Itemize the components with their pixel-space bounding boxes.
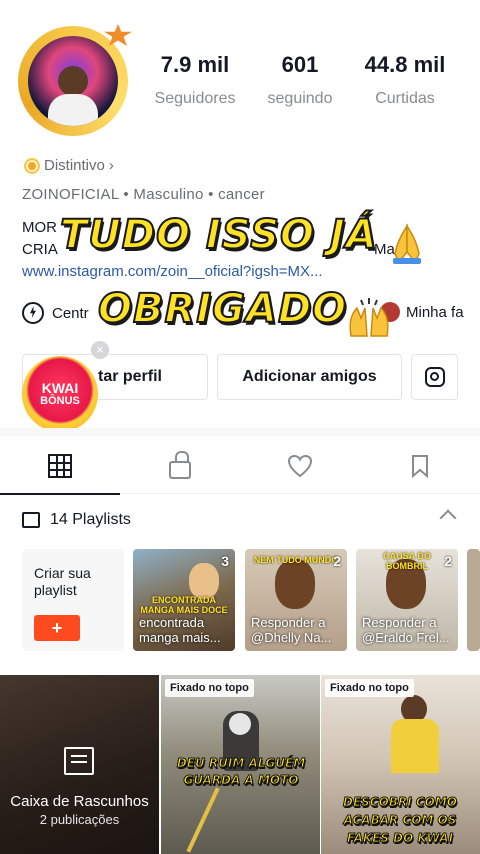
playlist-title: Responder a @Eraldo Frel... bbox=[362, 615, 450, 645]
playlist-thumb-caption: ENCONTRADA MANGA MAIS DOCE bbox=[140, 595, 228, 615]
playlists-header[interactable]: 14 Playlists bbox=[22, 508, 462, 532]
tab-posts[interactable] bbox=[0, 438, 120, 495]
likes-count: 44.8 mil bbox=[364, 52, 446, 77]
profile-tabs bbox=[0, 438, 480, 495]
following-label: seguindo bbox=[267, 90, 333, 107]
tab-saved[interactable] bbox=[360, 438, 480, 494]
bio-line-2: CRIA bbox=[22, 241, 58, 258]
pinned-badge: Fixado no topo bbox=[165, 679, 254, 697]
pinned-badge: Fixado no topo bbox=[325, 679, 414, 697]
edit-profile-label: tar perfil bbox=[97, 368, 162, 385]
instagram-icon bbox=[424, 367, 445, 387]
playlist-card[interactable]: CAUSA DO BOMBRIL 2 Responder a @Eraldo F… bbox=[356, 549, 458, 651]
drafts-inbox-icon bbox=[64, 747, 94, 775]
playlist-title: encontrada manga mais... bbox=[139, 615, 221, 645]
playlist-count: 3 bbox=[221, 553, 229, 569]
tab-likes[interactable] bbox=[240, 438, 360, 494]
kwai-bonus-line-2: BÔNUS bbox=[40, 394, 80, 407]
drafts-title: Caixa de Rascunhos bbox=[10, 793, 149, 810]
chevron-right-icon: › bbox=[108, 157, 114, 174]
bolt-icon bbox=[22, 302, 44, 324]
video-caption: DESCOBRI COMO ACABAR COM OS FAKES DO KWA… bbox=[343, 795, 458, 846]
raising-hands-icon bbox=[349, 298, 389, 337]
tab-private[interactable] bbox=[120, 438, 240, 494]
lock-icon bbox=[169, 451, 191, 479]
add-friends-label: Adicionar amigos bbox=[242, 368, 377, 385]
create-playlist-label: Criar sua playlist bbox=[34, 565, 91, 598]
creator-center-shortcut[interactable]: Centr bbox=[22, 302, 89, 324]
add-friends-button[interactable]: Adicionar amigos bbox=[217, 354, 402, 400]
avatar-image bbox=[28, 36, 118, 126]
following-stat[interactable]: 601 seguindo bbox=[245, 52, 355, 108]
badge-link[interactable]: Distintivo › bbox=[24, 157, 114, 174]
section-divider bbox=[0, 428, 480, 436]
profile-meta: ZOINOFICIAL • Masculino • cancer bbox=[22, 186, 265, 203]
create-playlist-card[interactable]: Criar sua playlist + bbox=[22, 549, 124, 651]
playlist-thumb-caption: CAUSA DO BOMBRIL bbox=[383, 551, 431, 571]
bookmark-icon bbox=[410, 454, 430, 478]
playlist-card-partial[interactable] bbox=[467, 549, 480, 651]
video-caption: DEU RUIM ALGUÉM GUARDA A MOTO bbox=[176, 756, 306, 788]
heart-icon bbox=[287, 454, 313, 478]
kwai-bonus-badge[interactable]: KWAI BÔNUS bbox=[22, 356, 98, 432]
playlist-icon bbox=[22, 512, 40, 528]
followers-label: Seguidores bbox=[154, 90, 236, 107]
playlist-count: 2 bbox=[444, 553, 452, 569]
avatar[interactable] bbox=[14, 20, 134, 140]
creator-center-label: Centr bbox=[52, 304, 89, 322]
likes-label: Curtidas bbox=[375, 90, 435, 107]
playlist-title: Responder a @Dhelly Na... bbox=[251, 615, 332, 645]
video-tile[interactable]: Fixado no topo DEU RUIM ALGUÉM GUARDA A … bbox=[161, 675, 320, 854]
kwai-bonus-line-1: KWAI bbox=[41, 379, 79, 396]
overlay-caption-line-1: TUDO ISSO JÁ bbox=[59, 211, 378, 259]
favorites-label: Minha fa bbox=[406, 303, 464, 321]
likes-stat[interactable]: 44.8 mil Curtidas bbox=[350, 52, 460, 108]
create-playlist-button[interactable]: + bbox=[34, 615, 80, 641]
playlists-count: 14 Playlists bbox=[50, 511, 131, 528]
followers-count: 7.9 mil bbox=[160, 52, 230, 77]
grid-icon bbox=[48, 454, 72, 478]
instagram-button[interactable] bbox=[411, 354, 458, 400]
close-icon[interactable]: × bbox=[91, 341, 109, 359]
badge-icon bbox=[24, 157, 40, 174]
playlist-count: 2 bbox=[333, 553, 341, 569]
overlay-caption-line-2: OBRIGADO bbox=[97, 285, 348, 333]
playlist-thumb-caption: NEM TUDO MUNDO bbox=[253, 555, 339, 565]
playlist-card[interactable]: ENCONTRADA MANGA MAIS DOCE 3 encontrada … bbox=[133, 549, 235, 651]
drafts-tile[interactable]: Caixa de Rascunhos 2 publicações bbox=[0, 675, 159, 854]
instagram-link[interactable]: www.instagram.com/zoin__oficial?igsh=MX.… bbox=[22, 263, 323, 280]
video-tile[interactable]: Fixado no topo DESCOBRI COMO ACABAR COM … bbox=[321, 675, 480, 854]
following-count: 601 bbox=[281, 52, 319, 77]
praying-hands-icon bbox=[393, 223, 421, 264]
followers-stat[interactable]: 7.9 mil Seguidores bbox=[140, 52, 250, 108]
badge-label: Distintivo bbox=[44, 157, 105, 174]
profile-header: 7.9 mil Seguidores 601 seguindo 44.8 mil… bbox=[0, 0, 480, 150]
playlist-card[interactable]: NEM TUDO MUNDO 2 Responder a @Dhelly Na.… bbox=[245, 549, 347, 651]
drafts-count: 2 publicações bbox=[39, 812, 120, 827]
